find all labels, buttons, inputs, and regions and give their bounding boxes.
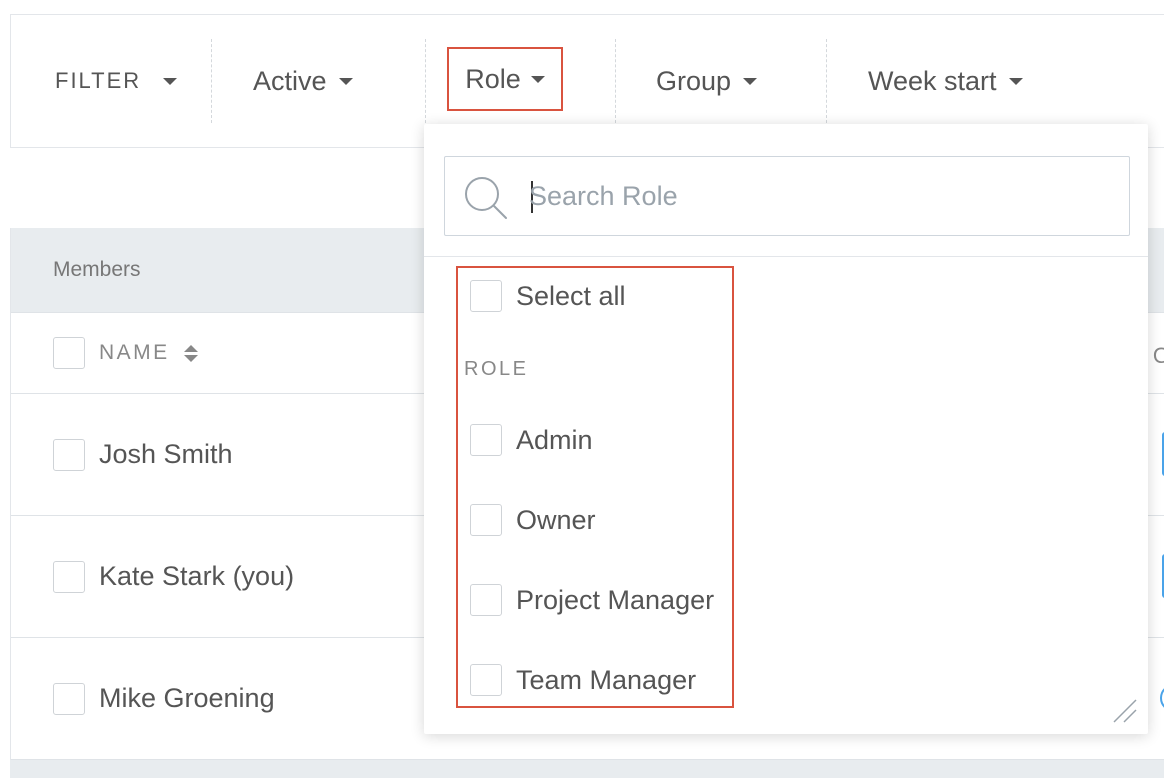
role-option-checkbox[interactable] bbox=[470, 664, 502, 696]
search-icon bbox=[465, 177, 507, 219]
role-option-label: Team Manager bbox=[516, 664, 697, 695]
select-all-checkbox[interactable] bbox=[470, 280, 502, 312]
member-name[interactable]: Josh Smith bbox=[99, 439, 233, 470]
filter-role[interactable]: Role bbox=[447, 47, 563, 111]
role-options-list: Select all ROLE Admin Owner Project Mana… bbox=[456, 266, 734, 708]
column-header-partial: O bbox=[1152, 343, 1164, 368]
column-name-label: NAME bbox=[99, 341, 170, 364]
filter-active-label: Active bbox=[253, 65, 327, 96]
filter-active[interactable]: Active bbox=[253, 15, 353, 147]
table-footer-strip bbox=[10, 760, 1164, 778]
role-option-checkbox[interactable] bbox=[470, 424, 502, 456]
row-checkbox[interactable] bbox=[53, 560, 85, 593]
sort-icon[interactable] bbox=[183, 344, 198, 362]
role-group-title: ROLE bbox=[464, 358, 529, 380]
role-option-admin[interactable]: Admin bbox=[470, 424, 593, 456]
row-checkbox[interactable] bbox=[53, 682, 85, 715]
role-option-owner[interactable]: Owner bbox=[470, 504, 596, 536]
divider bbox=[424, 256, 1148, 257]
column-name-header[interactable]: NAME bbox=[99, 341, 198, 365]
status-circle-icon bbox=[1160, 684, 1164, 712]
role-option-team-manager[interactable]: Team Manager bbox=[470, 664, 696, 696]
member-name[interactable]: Mike Groening bbox=[99, 683, 275, 714]
role-option-checkbox[interactable] bbox=[470, 584, 502, 616]
role-option-checkbox[interactable] bbox=[470, 504, 502, 536]
caret-down-icon bbox=[1008, 77, 1023, 85]
select-all-option[interactable]: Select all bbox=[470, 280, 626, 312]
divider bbox=[615, 39, 616, 123]
filter-role-label: Role bbox=[465, 63, 521, 94]
caret-down-icon bbox=[743, 77, 758, 85]
section-title: Members bbox=[53, 258, 141, 281]
member-name[interactable]: Kate Stark (you) bbox=[99, 561, 294, 592]
role-option-project-manager[interactable]: Project Manager bbox=[470, 584, 714, 616]
resize-handle-icon[interactable] bbox=[1110, 696, 1138, 724]
role-option-label: Project Manager bbox=[516, 584, 715, 615]
filter-week-start-label: Week start bbox=[868, 65, 997, 96]
filter-label: FILTER bbox=[55, 68, 142, 93]
caret-down-icon bbox=[530, 75, 545, 83]
role-search-box bbox=[444, 156, 1130, 236]
role-option-label: Admin bbox=[516, 424, 593, 455]
divider bbox=[826, 39, 827, 123]
role-search-input[interactable] bbox=[529, 157, 1109, 235]
select-all-rows-checkbox[interactable] bbox=[53, 337, 85, 369]
role-option-label: Owner bbox=[516, 504, 596, 535]
divider bbox=[211, 39, 212, 123]
filter-group-label: Group bbox=[656, 65, 732, 96]
filter-menu[interactable]: FILTER bbox=[55, 15, 178, 147]
row-checkbox[interactable] bbox=[53, 438, 85, 471]
caret-down-icon bbox=[338, 77, 353, 85]
divider bbox=[425, 39, 426, 123]
select-all-label: Select all bbox=[516, 280, 626, 311]
role-dropdown: Select all ROLE Admin Owner Project Mana… bbox=[424, 124, 1148, 734]
caret-down-icon bbox=[163, 77, 178, 85]
